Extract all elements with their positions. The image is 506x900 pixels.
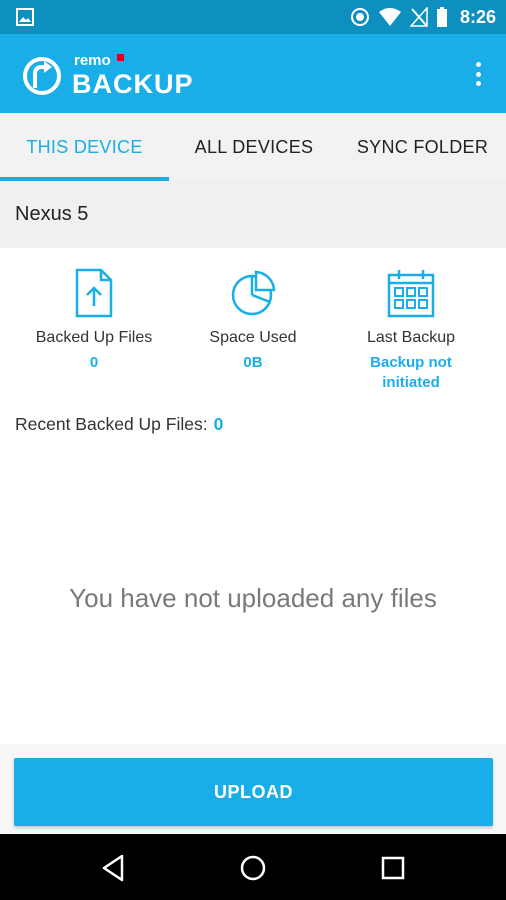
pie-chart-icon [231, 270, 276, 316]
device-name: Nexus 5 [15, 203, 89, 225]
home-icon[interactable] [237, 852, 269, 884]
navigation-bar [0, 834, 506, 900]
image-icon [16, 8, 34, 26]
stat-space-used: Space Used 0B [168, 268, 338, 373]
stat-label: Last Backup [366, 329, 456, 346]
logo-remo-text: remo [74, 52, 111, 69]
calendar-icon [387, 270, 435, 318]
stat-value-line2: initiated [382, 374, 440, 391]
upload-button[interactable]: UPLOAD [14, 758, 493, 826]
stat-label: Backed Up Files [35, 329, 153, 346]
tab-label: ALL DEVICES [194, 136, 314, 157]
battery-icon [436, 7, 447, 27]
no-signal-icon [409, 7, 428, 27]
clock: 8:26 [459, 6, 496, 27]
stat-value: 0 [89, 354, 99, 371]
remo-backup-logo: remo BACKUP [23, 52, 194, 96]
tab-sync-folder[interactable]: SYNC FOLDER [339, 113, 506, 181]
tab-this-device[interactable]: THIS DEVICE [0, 113, 169, 181]
back-icon[interactable] [98, 852, 130, 884]
upload-button-label: UPLOAD [214, 781, 293, 802]
status-bar: 8:26 [0, 0, 506, 34]
more-vert-icon[interactable] [472, 60, 484, 88]
recent-files-count: 0 [213, 414, 224, 434]
system-icons: 8:26 [350, 6, 496, 28]
stat-backed-up-files: Backed Up Files 0 [9, 268, 179, 373]
tab-all-devices[interactable]: ALL DEVICES [169, 113, 339, 181]
stat-label: Space Used [209, 329, 297, 346]
empty-state-message: You have not uploaded any files [69, 583, 437, 613]
app-bar: remo BACKUP [0, 34, 506, 113]
tab-bar: THIS DEVICE ALL DEVICES SYNC FOLDER [0, 113, 506, 181]
recents-icon[interactable] [377, 852, 409, 884]
tab-label: THIS DEVICE [26, 136, 143, 157]
wifi-icon [378, 8, 401, 26]
stat-last-backup: Last Backup Backup not initiated [326, 268, 496, 393]
logo-backup-text: BACKUP [72, 69, 194, 96]
stat-value: Backup not initiated [326, 353, 496, 393]
stat-value-line1: Backup not [370, 354, 452, 371]
recent-files-label: Recent Backed Up Files: [15, 414, 208, 434]
tab-label: SYNC FOLDER [356, 136, 489, 157]
device-header: Nexus 5 [0, 181, 506, 248]
recent-files-row: Recent Backed Up Files: 0 [15, 414, 223, 435]
dnd-icon [350, 8, 369, 26]
file-upload-icon [75, 268, 113, 318]
stat-value: 0B [243, 354, 263, 371]
